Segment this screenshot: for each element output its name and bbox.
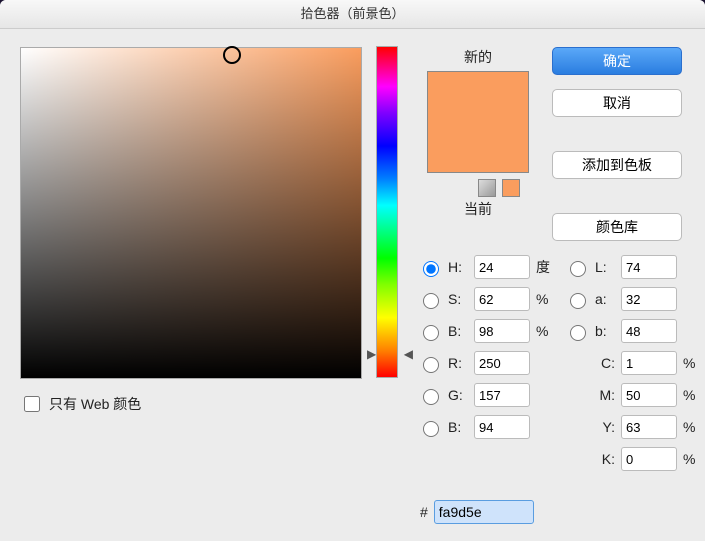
- k-unit: %: [683, 451, 701, 467]
- mode-a-radio[interactable]: [570, 293, 586, 309]
- c-input[interactable]: [621, 351, 677, 375]
- m-input[interactable]: [621, 383, 677, 407]
- mode-r-radio[interactable]: [423, 357, 439, 373]
- l-label: L:: [595, 259, 615, 275]
- b-lab-label: b:: [595, 323, 615, 339]
- mode-b-radio[interactable]: [423, 325, 439, 341]
- gamut-warning-icon[interactable]: [478, 179, 496, 197]
- l-input[interactable]: [621, 255, 677, 279]
- b-lab-input[interactable]: [621, 319, 677, 343]
- preview-swatch: [427, 71, 529, 173]
- hsb-rgb-grid: H: 度 S: % B: % R: G: B:: [418, 255, 554, 439]
- hex-row: #: [420, 500, 534, 524]
- b-rgb-label: B:: [448, 419, 468, 435]
- r-input[interactable]: [474, 351, 530, 375]
- hex-input[interactable]: [434, 500, 534, 524]
- color-picker-window: 拾色器（前景色） 只有 Web 颜色 ▶ ◀ 新的: [0, 0, 705, 541]
- y-input[interactable]: [621, 415, 677, 439]
- mode-h-radio[interactable]: [423, 261, 439, 277]
- preview-current-color: [428, 122, 528, 172]
- web-colors-only-checkbox[interactable]: [24, 396, 40, 412]
- b-rgb-input[interactable]: [474, 415, 530, 439]
- hex-prefix: #: [420, 504, 428, 520]
- k-label: K:: [595, 451, 615, 467]
- mode-l-radio[interactable]: [570, 261, 586, 277]
- g-input[interactable]: [474, 383, 530, 407]
- mode-b-rgb-radio[interactable]: [423, 421, 439, 437]
- window-title: 拾色器（前景色）: [0, 0, 705, 29]
- b-hsb-unit: %: [536, 323, 554, 339]
- h-label: H:: [448, 259, 468, 275]
- color-libraries-button[interactable]: 颜色库: [552, 213, 682, 241]
- g-label: G:: [448, 387, 468, 403]
- saturation-value-field[interactable]: [20, 47, 362, 379]
- hue-arrow-left-icon: ▶: [367, 347, 376, 361]
- warning-swatches: [418, 179, 520, 197]
- s-label: S:: [448, 291, 468, 307]
- y-label: Y:: [595, 419, 615, 435]
- preview-new-color: [428, 72, 528, 122]
- mode-b-lab-radio[interactable]: [570, 325, 586, 341]
- h-unit: 度: [536, 257, 554, 277]
- mode-g-radio[interactable]: [423, 389, 439, 405]
- cancel-button[interactable]: 取消: [552, 89, 682, 117]
- c-label: C:: [595, 355, 615, 371]
- mode-s-radio[interactable]: [423, 293, 439, 309]
- s-unit: %: [536, 291, 554, 307]
- y-unit: %: [683, 419, 701, 435]
- a-input[interactable]: [621, 287, 677, 311]
- lab-cmyk-grid: L: a: b: C: % M: % Y: % K: %: [565, 255, 701, 471]
- web-colors-only-row[interactable]: 只有 Web 颜色: [20, 393, 362, 415]
- a-label: a:: [595, 291, 615, 307]
- c-unit: %: [683, 355, 701, 371]
- ok-button[interactable]: 确定: [552, 47, 682, 75]
- hue-slider[interactable]: [376, 46, 398, 378]
- sv-cursor[interactable]: [223, 46, 241, 64]
- r-label: R:: [448, 355, 468, 371]
- s-input[interactable]: [474, 287, 530, 311]
- b-hsb-label: B:: [448, 323, 468, 339]
- preview-current-label: 当前: [418, 199, 538, 219]
- web-colors-only-label: 只有 Web 颜色: [49, 394, 141, 414]
- h-input[interactable]: [474, 255, 530, 279]
- b-hsb-input[interactable]: [474, 319, 530, 343]
- preview-new-label: 新的: [418, 47, 538, 67]
- gamut-nearest-swatch[interactable]: [502, 179, 520, 197]
- left-column: 只有 Web 颜色: [20, 47, 362, 415]
- sv-black-gradient: [21, 48, 361, 378]
- m-unit: %: [683, 387, 701, 403]
- hue-arrow-right-icon: ◀: [404, 347, 413, 361]
- add-to-swatches-button[interactable]: 添加到色板: [552, 151, 682, 179]
- m-label: M:: [595, 387, 615, 403]
- k-input[interactable]: [621, 447, 677, 471]
- hue-slider-wrap: ▶ ◀: [376, 47, 404, 377]
